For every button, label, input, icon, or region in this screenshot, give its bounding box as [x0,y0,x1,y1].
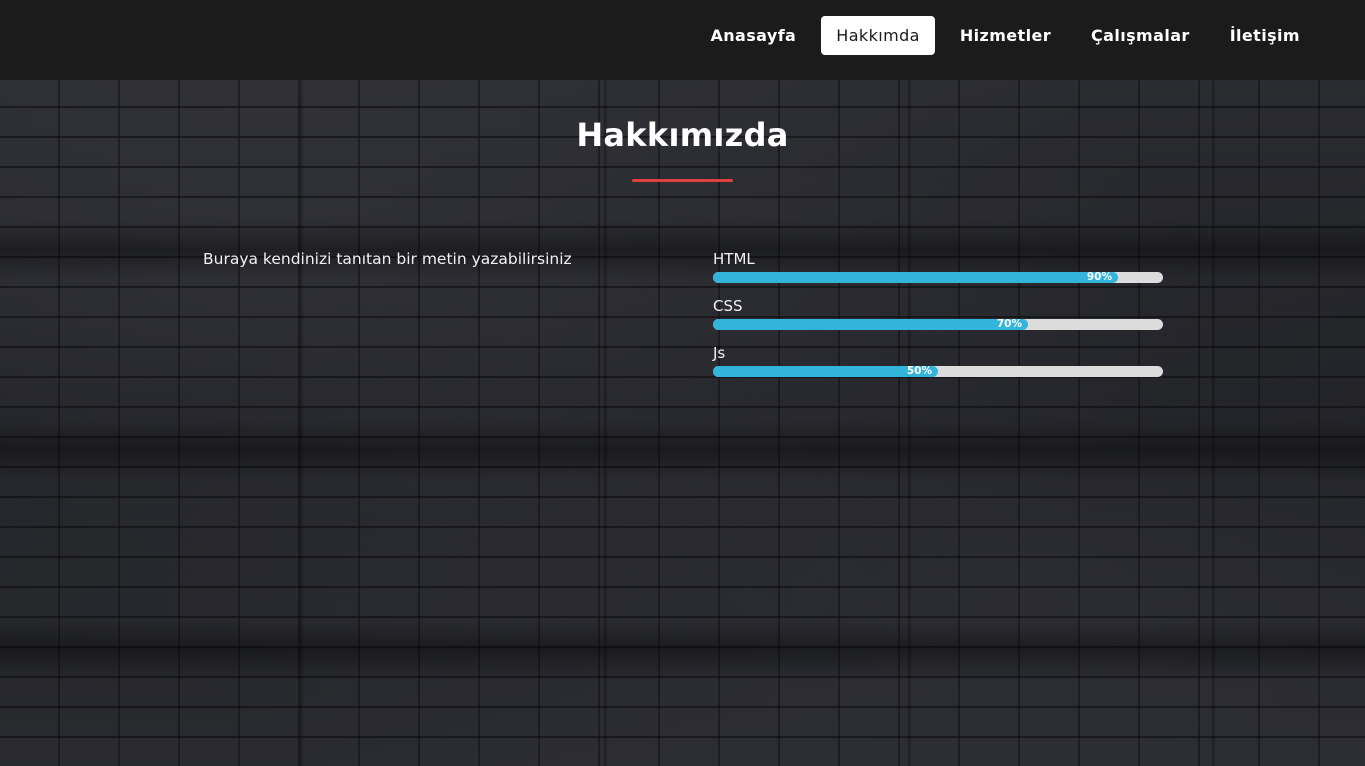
skill-progress-fill: 70% [713,319,1028,330]
skill-progress-track: 90% [713,272,1163,283]
skill-percent-label: 90% [1086,272,1112,283]
skill-name: Js [713,344,726,362]
title-underline [632,179,733,182]
skill-progress-track: 50% [713,366,1163,377]
nav-item-anasayfa[interactable]: Anasayfa [695,16,811,55]
about-text: Buraya kendinizi tanıtan bir metin yazab… [203,250,572,268]
skill-percent-label: 50% [906,366,932,377]
navbar: Anasayfa Hakkımda Hizmetler Çalışmalar İ… [0,0,1365,80]
skill-progress-track: 70% [713,319,1163,330]
skill-progress-fill: 50% [713,366,938,377]
skill-css: CSS 70% [713,297,1163,332]
skills-list: HTML 90% CSS 70% Js 50% [713,250,1163,391]
skill-html: HTML 90% [713,250,1163,285]
about-section: Hakkımızda Buraya kendinizi tanıtan bir … [0,80,1365,766]
skill-progress-fill: 90% [713,272,1118,283]
nav-menu: Anasayfa Hakkımda Hizmetler Çalışmalar İ… [685,16,1315,55]
skill-js: Js 50% [713,344,1163,379]
skill-name: HTML [713,250,755,268]
skill-name: CSS [713,297,743,315]
nav-item-hizmetler[interactable]: Hizmetler [945,16,1066,55]
nav-item-hakkimda[interactable]: Hakkımda [821,16,935,55]
nav-item-calismalar[interactable]: Çalışmalar [1076,16,1205,55]
skill-percent-label: 70% [996,319,1022,330]
nav-item-iletisim[interactable]: İletişim [1215,16,1315,55]
section-title: Hakkımızda [576,116,789,154]
